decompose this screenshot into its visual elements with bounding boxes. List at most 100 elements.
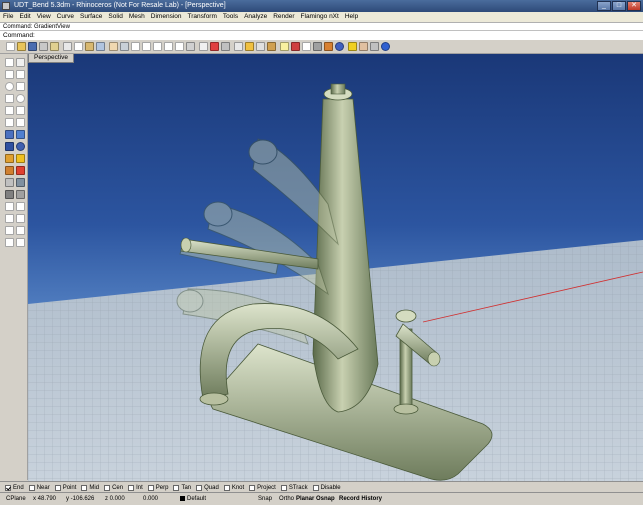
box-solid-icon[interactable]: [5, 142, 14, 151]
print-icon[interactable]: [39, 42, 48, 51]
menu-mesh[interactable]: Mesh: [126, 12, 148, 22]
zoom-extents-icon[interactable]: [153, 42, 162, 51]
osnap-int[interactable]: Int: [128, 484, 143, 491]
import-icon[interactable]: [50, 42, 59, 51]
mirror-icon[interactable]: [5, 226, 14, 235]
zoom-all-icon[interactable]: [175, 42, 184, 51]
open-folder-icon[interactable]: [17, 42, 26, 51]
select-all-icon[interactable]: [234, 42, 243, 51]
close-button[interactable]: ✕: [627, 1, 641, 11]
cut-icon[interactable]: [63, 42, 72, 51]
osnap-quad[interactable]: Quad: [196, 484, 219, 491]
zoom-window-icon[interactable]: [142, 42, 151, 51]
analyze-icon[interactable]: [16, 238, 25, 247]
osnap-strack[interactable]: STrack: [280, 484, 308, 491]
render-sphere-icon[interactable]: [335, 42, 344, 51]
status-record-history-toggle[interactable]: Record History: [339, 493, 382, 505]
cplane-icon[interactable]: [221, 42, 230, 51]
rectangle-icon[interactable]: [5, 94, 14, 103]
status-planar-toggle[interactable]: Planar: [296, 493, 314, 505]
new-file-icon[interactable]: [6, 42, 15, 51]
osnap-point-checkbox[interactable]: [54, 484, 61, 491]
osnap-near-checkbox[interactable]: [28, 484, 35, 491]
osnap-near[interactable]: Near: [28, 484, 50, 491]
show-icon[interactable]: [256, 42, 265, 51]
menu-tools[interactable]: Tools: [220, 12, 241, 22]
offset-icon[interactable]: [5, 118, 14, 127]
perspective-viewport[interactable]: Perspective: [28, 54, 643, 481]
lock-icon[interactable]: [267, 42, 276, 51]
rhino-app-icon[interactable]: [2, 2, 10, 10]
circle-icon[interactable]: [5, 82, 14, 91]
help-icon[interactable]: [381, 42, 390, 51]
curve-icon[interactable]: [16, 70, 25, 79]
menu-surface[interactable]: Surface: [77, 12, 105, 22]
wireframe-icon[interactable]: [302, 42, 311, 51]
trim-icon[interactable]: [16, 166, 25, 175]
copy-object-icon[interactable]: [16, 202, 25, 211]
layer-icon[interactable]: [280, 42, 289, 51]
status-layer[interactable]: Default: [180, 493, 206, 505]
polyline-icon[interactable]: [5, 70, 14, 79]
fillet-icon[interactable]: [16, 118, 25, 127]
osnap-disable-checkbox[interactable]: [312, 484, 319, 491]
osnap-point[interactable]: Point: [54, 484, 76, 491]
menu-transform[interactable]: Transform: [185, 12, 220, 22]
explode-icon[interactable]: [16, 154, 25, 163]
menu-edit[interactable]: Edit: [16, 12, 33, 22]
osnap-int-checkbox[interactable]: [128, 484, 135, 491]
rotate-view-icon[interactable]: [120, 42, 129, 51]
osnap-cen-checkbox[interactable]: [104, 484, 111, 491]
save-icon[interactable]: [28, 42, 37, 51]
pan-hand-icon[interactable]: [109, 42, 118, 51]
osnap-knot-checkbox[interactable]: [223, 484, 230, 491]
osnap-perp[interactable]: Perp: [147, 484, 168, 491]
ungroup-icon[interactable]: [16, 190, 25, 199]
osnap-end-checkbox[interactable]: [5, 484, 11, 491]
osnap-knot[interactable]: Knot: [223, 484, 244, 491]
scale-icon[interactable]: [16, 214, 25, 223]
status-ortho-toggle[interactable]: Ortho: [279, 493, 294, 505]
menu-help[interactable]: Help: [342, 12, 361, 22]
grid-icon[interactable]: [210, 42, 219, 51]
options-icon[interactable]: [370, 42, 379, 51]
menu-render[interactable]: Render: [270, 12, 297, 22]
menu-file[interactable]: File: [0, 12, 16, 22]
osnap-mid-checkbox[interactable]: [81, 484, 88, 491]
polygon-icon[interactable]: [5, 106, 14, 115]
osnap-tan[interactable]: Tan: [173, 484, 191, 491]
osnap-tan-checkbox[interactable]: [173, 484, 180, 491]
status-snap-toggle[interactable]: Snap: [258, 493, 272, 505]
minimize-button[interactable]: _: [597, 1, 611, 11]
osnap-quad-checkbox[interactable]: [196, 484, 203, 491]
menu-curve[interactable]: Curve: [54, 12, 77, 22]
osnap-mid[interactable]: Mid: [81, 484, 99, 491]
move-icon[interactable]: [5, 202, 14, 211]
maximize-button[interactable]: □: [612, 1, 626, 11]
loft-icon[interactable]: [16, 130, 25, 139]
status-osnap-toggle[interactable]: Osnap: [316, 493, 335, 505]
shaded-icon[interactable]: [313, 42, 322, 51]
menu-flamingo-nxt[interactable]: Flamingo nXt: [298, 12, 342, 22]
osnap-project-checkbox[interactable]: [249, 484, 256, 491]
surface-icon[interactable]: [5, 130, 14, 139]
menu-analyze[interactable]: Analyze: [241, 12, 270, 22]
undo-icon[interactable]: [96, 42, 105, 51]
mesh-icon[interactable]: [5, 154, 14, 163]
osnap-disable[interactable]: Disable: [312, 484, 341, 491]
sphere-solid-icon[interactable]: [16, 142, 25, 151]
split-icon[interactable]: [5, 178, 14, 187]
texture-icon[interactable]: [359, 42, 368, 51]
rendered-icon[interactable]: [324, 42, 333, 51]
menu-dimension[interactable]: Dimension: [148, 12, 185, 22]
four-views-icon[interactable]: [199, 42, 208, 51]
menu-view[interactable]: View: [34, 12, 54, 22]
osnap-strack-checkbox[interactable]: [280, 484, 287, 491]
join-icon[interactable]: [5, 166, 14, 175]
osnap-end[interactable]: End: [5, 484, 24, 491]
rotate-icon[interactable]: [5, 214, 14, 223]
osnap-project[interactable]: Project: [249, 484, 276, 491]
undo-view-icon[interactable]: [186, 42, 195, 51]
copy-icon[interactable]: [74, 42, 83, 51]
dimension-icon[interactable]: [5, 238, 14, 247]
